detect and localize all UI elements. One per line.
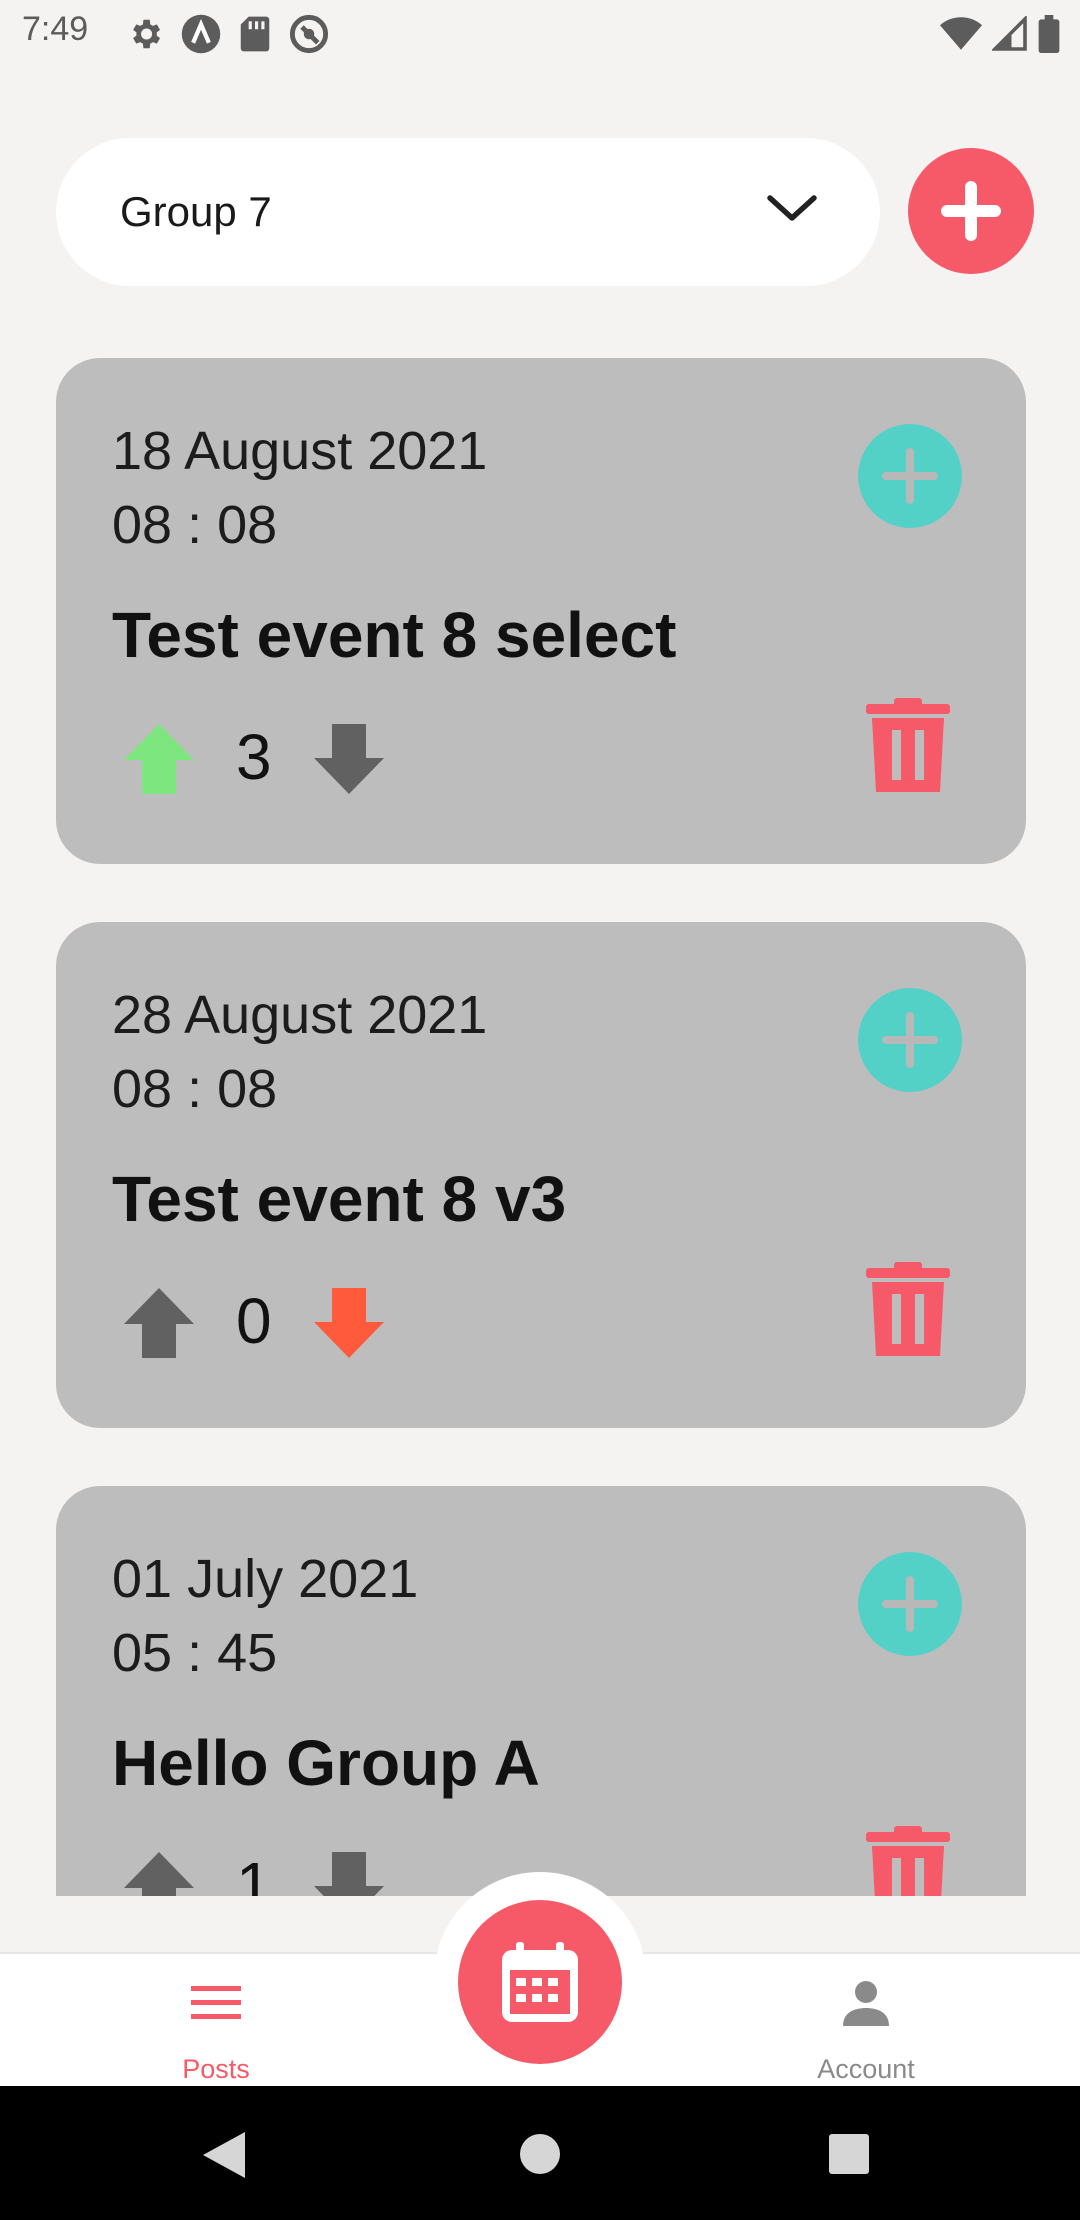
- plus-icon: [882, 1576, 938, 1632]
- plus-icon: [882, 448, 938, 504]
- trash-icon[interactable]: [866, 1826, 950, 1896]
- back-icon[interactable]: [203, 2132, 247, 2178]
- nav-label-account: Account: [817, 2054, 915, 2084]
- status-icons-right: [940, 12, 1060, 56]
- downvote-arrow-icon[interactable]: [312, 1286, 386, 1360]
- plus-icon: [941, 181, 1001, 241]
- status-time: 7:49: [22, 10, 89, 48]
- status-bar: 7:49: [0, 0, 1080, 66]
- downvote-arrow-icon[interactable]: [312, 722, 386, 796]
- chevron-down-icon: [767, 195, 817, 221]
- trash-icon[interactable]: [866, 698, 950, 792]
- event-time: 08 : 08: [112, 495, 278, 555]
- upvote-arrow-icon[interactable]: [122, 1286, 196, 1360]
- nav-item-account[interactable]: Account: [746, 1954, 986, 2088]
- downvote-arrow-icon[interactable]: [312, 1850, 386, 1896]
- vote-count: 0: [236, 1285, 272, 1357]
- event-time: 05 : 45: [112, 1623, 278, 1683]
- plus-icon: [882, 1012, 938, 1068]
- upvote-arrow-icon[interactable]: [122, 1850, 196, 1896]
- event-title: Test event 8 v3: [112, 1163, 567, 1235]
- calendar-fab-button[interactable]: [458, 1900, 622, 2064]
- event-time: 08 : 08: [112, 1059, 278, 1119]
- battery-icon: [1038, 15, 1060, 53]
- system-nav-bar: [0, 2086, 1080, 2220]
- event-card: 28 August 2021 08 : 08 Test event 8 v3 0: [56, 922, 1026, 1428]
- vote-count: 1: [236, 1849, 272, 1896]
- no-sync-icon: [289, 14, 329, 54]
- group-selector[interactable]: Group 7: [56, 138, 880, 286]
- calendar-icon: [502, 1942, 578, 2022]
- group-selector-value: Group 7: [120, 188, 272, 235]
- signal-icon: [992, 16, 1027, 51]
- upvote-arrow-icon[interactable]: [122, 722, 196, 796]
- person-icon: [843, 1981, 889, 2026]
- event-date: 18 August 2021: [112, 421, 488, 481]
- event-card: 01 July 2021 05 : 45 Hello Group A 1: [56, 1486, 1026, 1896]
- home-icon[interactable]: [519, 2133, 561, 2175]
- nav-item-posts[interactable]: Posts: [96, 1954, 336, 2088]
- event-title: Hello Group A: [112, 1727, 540, 1799]
- event-feed[interactable]: 18 August 2021 08 : 08 Test event 8 sele…: [0, 340, 1080, 1896]
- recents-icon[interactable]: [829, 2134, 869, 2174]
- vote-count: 3: [236, 721, 272, 793]
- add-to-calendar-button[interactable]: [858, 1552, 962, 1656]
- event-date: 28 August 2021: [112, 985, 488, 1045]
- gear-icon: [133, 19, 161, 49]
- add-to-calendar-button[interactable]: [858, 988, 962, 1092]
- event-date: 01 July 2021: [112, 1549, 419, 1609]
- event-card: 18 August 2021 08 : 08 Test event 8 sele…: [56, 358, 1026, 864]
- menu-icon: [191, 1986, 241, 2019]
- nav-label-posts: Posts: [182, 2054, 250, 2084]
- sd-card-icon: [240, 16, 270, 52]
- status-icons-left: [126, 12, 330, 56]
- add-to-calendar-button[interactable]: [858, 424, 962, 528]
- event-title: Test event 8 select: [112, 599, 677, 671]
- trash-icon[interactable]: [866, 1262, 950, 1356]
- wifi-icon: [940, 17, 982, 50]
- add-group-button[interactable]: [908, 148, 1034, 274]
- app-a-icon: [181, 14, 221, 54]
